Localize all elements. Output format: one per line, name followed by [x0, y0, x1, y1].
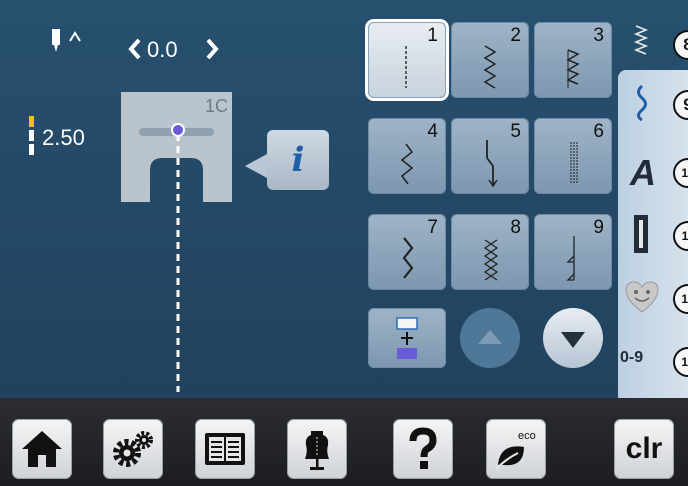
scroll-up-button[interactable] [460, 308, 520, 368]
arrow-up-icon [478, 330, 502, 344]
question-icon [409, 427, 437, 469]
needle-line [171, 123, 185, 392]
stitch-number: 2 [510, 25, 521, 46]
clear-label: clr [625, 432, 663, 465]
main-screen: 0.0 2.50 1C i 1 2 3 4 5 6 7 8 9 A 1 1 1 … [0, 0, 688, 398]
stitch-number: 8 [510, 217, 521, 238]
scroll-down-button[interactable] [543, 308, 603, 368]
setup-program-button[interactable] [103, 419, 163, 479]
category-personal-program[interactable]: 12 [618, 272, 688, 322]
practical-stitch-icon [633, 25, 649, 55]
dress-form-icon [305, 431, 329, 470]
combi-mode-icon [396, 317, 418, 359]
stitch-tile-5[interactable]: 5 [451, 118, 529, 194]
category-badge: 8 [673, 30, 688, 60]
stitch-number: 3 [593, 25, 604, 46]
home-icon [22, 431, 62, 467]
presser-foot-label: 1C [205, 96, 229, 116]
stitch-tile-2[interactable]: 2 [451, 22, 529, 98]
personal-program-icon [625, 281, 659, 313]
combi-mode-button[interactable] [368, 308, 446, 368]
help-button[interactable] [393, 419, 453, 479]
info-pointer [245, 154, 267, 178]
stitch-tile-3[interactable]: 3 [534, 22, 612, 98]
stitch-tile-9[interactable]: 9 [534, 214, 612, 290]
stitch-number: 5 [510, 121, 521, 142]
category-direct-entry[interactable]: 0-9 13 [618, 335, 688, 385]
stitch-number: 4 [427, 121, 438, 142]
stitch-number: 1 [427, 25, 438, 46]
tutorial-button[interactable] [195, 419, 255, 479]
stitch-number: 7 [427, 217, 438, 238]
needle-position-value: 0.0 [147, 37, 178, 62]
stitch-tile-6[interactable]: 6 [534, 118, 612, 194]
stitch-tile-8[interactable]: 8 [451, 214, 529, 290]
stitch-length-value[interactable]: 2.50 [42, 125, 85, 151]
stitch-length-icon[interactable] [28, 116, 36, 156]
category-alphabets[interactable]: A 10 [618, 146, 688, 196]
gear-icon [113, 431, 153, 467]
decorative-stitch-icon [637, 84, 647, 122]
info-icon: i [291, 140, 305, 180]
category-badge: 11 [673, 221, 688, 251]
eco-button[interactable]: eco [486, 419, 546, 479]
needle-left-icon[interactable] [128, 38, 142, 60]
category-practical-stitches[interactable]: 8 [618, 18, 688, 68]
category-badge: 9 [673, 90, 688, 120]
clear-button[interactable]: clr [614, 419, 674, 479]
bottom-navigation: eco clr [0, 398, 688, 486]
direct-entry-icon: 0-9 [620, 349, 644, 366]
eco-leaf-icon: eco [495, 430, 536, 470]
stitch-number: 9 [593, 217, 604, 238]
category-bar: 8 9 A 10 11 12 0-9 13 [618, 0, 688, 398]
alphabet-icon: A [630, 152, 656, 193]
buttonhole-icon [634, 215, 648, 253]
svg-text:eco: eco [518, 430, 536, 442]
category-badge: 13 [673, 347, 688, 377]
info-button[interactable]: i [245, 130, 329, 190]
needle-up-icon[interactable] [50, 27, 98, 55]
book-icon [205, 433, 245, 465]
sewing-consultant-button[interactable] [287, 419, 347, 479]
stitch-tile-1[interactable]: 1 [368, 22, 446, 98]
home-button[interactable] [12, 419, 72, 479]
category-badge: 10 [673, 158, 688, 188]
category-decorative-stitches[interactable]: 9 [618, 78, 688, 128]
arrow-down-icon [561, 332, 585, 348]
category-buttonholes[interactable]: 11 [618, 209, 688, 259]
category-badge: 12 [673, 284, 688, 314]
stitch-number: 6 [593, 121, 604, 142]
needle-right-icon[interactable] [205, 38, 219, 60]
stitch-tile-4[interactable]: 4 [368, 118, 446, 194]
stitch-tile-7[interactable]: 7 [368, 214, 446, 290]
